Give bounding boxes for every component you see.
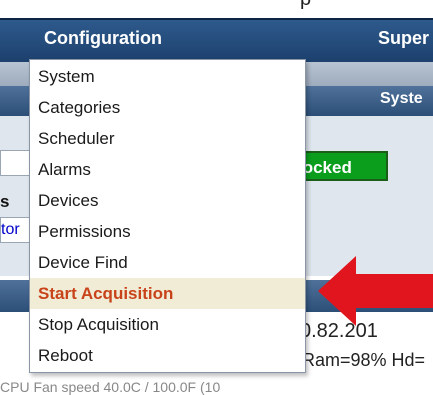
cpu-fan-text: CPU Fan speed 40.0C / 100.0F (10 (0, 379, 221, 395)
left-label: s (0, 192, 10, 211)
ram-usage-text: Ram=98% Hd= (302, 350, 426, 370)
configuration-dropdown-menu: System Categories Scheduler Alarms Devic… (29, 59, 306, 373)
menu-item-device-find[interactable]: Device Find (30, 247, 305, 278)
menu-item-system[interactable]: System (30, 61, 305, 92)
menu-item-reboot[interactable]: Reboot (30, 340, 305, 371)
red-arrow-left-icon (318, 256, 433, 326)
system-section-label: Syste (380, 90, 423, 107)
menu-item-start-acquisition[interactable]: Start Acquisition (30, 278, 305, 309)
partial-title: p (300, 0, 311, 11)
lock-status-badge: locked (292, 151, 388, 181)
menu-item-scheduler[interactable]: Scheduler (30, 123, 305, 154)
menu-item-devices[interactable]: Devices (30, 185, 305, 216)
menu-item-stop-acquisition[interactable]: Stop Acquisition (30, 309, 305, 340)
main-menubar: Configuration Super (0, 18, 433, 64)
menu-item-alarms[interactable]: Alarms (30, 154, 305, 185)
menu-item-categories[interactable]: Categories (30, 92, 305, 123)
menu-super[interactable]: Super (378, 28, 429, 49)
top-strip: p (0, 0, 433, 18)
menu-configuration[interactable]: Configuration (44, 28, 162, 49)
menu-item-permissions[interactable]: Permissions (30, 216, 305, 247)
